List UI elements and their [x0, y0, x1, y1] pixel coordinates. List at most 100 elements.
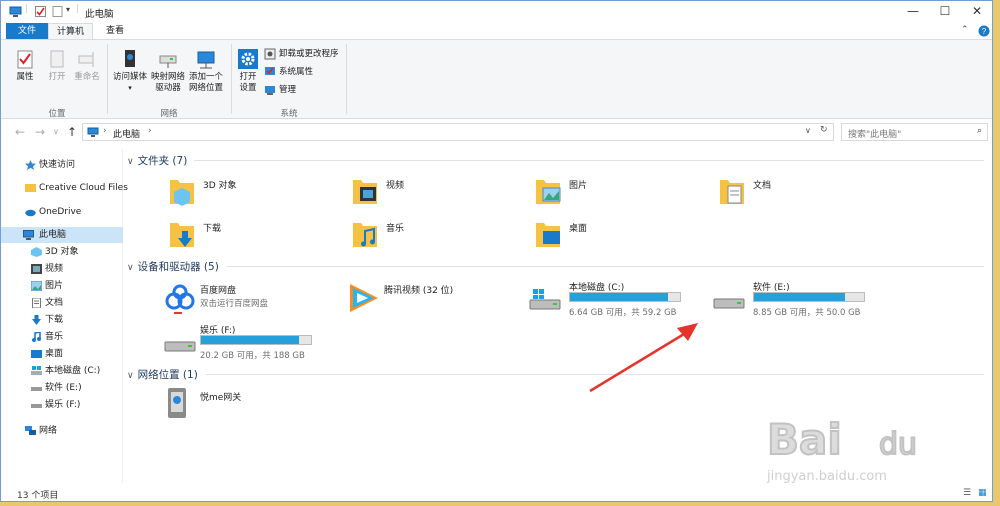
nav-item-downloads[interactable]: 下载 — [1, 312, 123, 328]
nav-item-drive-e[interactable]: 软件 (E:) — [1, 380, 123, 396]
creative-cloud-icon — [25, 184, 36, 192]
folder-pictures[interactable]: 图片 — [534, 174, 704, 214]
desktop-icon — [31, 350, 42, 358]
back-arrow-icon[interactable]: ← — [15, 125, 25, 139]
map-network-drive-button[interactable]: 映射网络 驱动器 — [149, 48, 187, 94]
tab-view[interactable]: 查看 — [95, 23, 135, 40]
group-header-devices[interactable]: ∨ 设备和驱动器 (5) — [127, 259, 219, 274]
drive-c[interactable]: 本地磁盘 (C:) 6.64 GB 可用，共 59.2 GB — [529, 283, 709, 323]
address-dropdown-icon[interactable]: ∨ — [805, 126, 811, 135]
download-arrow-icon — [32, 315, 41, 325]
nav-item-music[interactable]: 音乐 — [1, 329, 123, 345]
nav-item-videos[interactable]: 视频 — [1, 261, 123, 277]
nav-item-pictures[interactable]: 图片 — [1, 278, 123, 294]
folder-3d-objects[interactable]: 3D 对象 — [168, 174, 338, 214]
collapse-chevron-icon[interactable]: ∨ — [127, 371, 134, 381]
nav-quick-access[interactable]: 快速访问 — [1, 157, 123, 173]
picture-icon — [31, 281, 42, 291]
minimize-button[interactable]: — — [897, 1, 929, 23]
downloads-folder-icon — [170, 223, 194, 247]
nav-item-3d-objects[interactable]: 3D 对象 — [1, 244, 123, 260]
drive-icon — [31, 387, 42, 391]
manage-button[interactable]: 管理 — [264, 84, 296, 97]
documents-folder-icon — [720, 180, 744, 204]
tab-computer[interactable]: 计算机 — [48, 23, 93, 40]
drive-c-usage-fill — [570, 293, 668, 301]
drive-e[interactable]: 软件 (E:) 8.85 GB 可用，共 50.0 GB — [713, 283, 893, 323]
qat-dropdown-icon[interactable]: ▾ — [66, 5, 70, 14]
system-properties-button[interactable]: 系统属性 — [264, 66, 313, 79]
up-arrow-icon[interactable]: ↑ — [67, 125, 77, 139]
folder-music[interactable]: 音乐 — [351, 217, 521, 257]
group-label-system: 系统 — [280, 109, 298, 119]
3d-cube-icon — [31, 247, 42, 257]
ribbon-collapse-icon[interactable]: ⌃ — [961, 25, 969, 35]
rename-icon — [78, 52, 94, 67]
window-title: 此电脑 — [85, 9, 114, 20]
group-divider-line — [206, 374, 984, 375]
network-drive-icon — [159, 55, 177, 68]
computer-icon — [9, 6, 22, 17]
drive-e-usage-fill — [754, 293, 845, 301]
folder-documents[interactable]: 文档 — [718, 174, 888, 214]
forward-arrow-icon[interactable]: → — [35, 125, 45, 139]
add-network-location-button[interactable]: 添加一个 网络位置 — [187, 48, 225, 94]
windows-drive-icon — [31, 366, 42, 375]
videos-folder-icon — [353, 180, 377, 204]
collapse-chevron-icon[interactable]: ∨ — [127, 157, 134, 167]
nav-creative-cloud[interactable]: Creative Cloud Files — [1, 180, 128, 196]
manage-icon — [265, 86, 275, 95]
cloud-icon — [25, 209, 36, 217]
ribbon-tabs: 文件 计算机 查看 ⌃ ? — [1, 23, 992, 40]
nav-item-documents[interactable]: 文档 — [1, 295, 123, 311]
network-location-item[interactable]: 悦me网关 — [164, 386, 344, 426]
refresh-icon[interactable]: ↻ — [820, 125, 828, 135]
nav-onedrive[interactable]: OneDrive — [1, 204, 123, 220]
help-icon[interactable]: ? — [978, 25, 990, 37]
drive-f-usage-fill — [201, 336, 300, 344]
address-bar[interactable]: › 此电脑 › ∨ ↻ — [82, 123, 834, 141]
file-explorer-window: | ▾ | 此电脑 — ☐ ✕ 文件 计算机 查看 ⌃ ? 属性 打开 重命名 … — [0, 0, 993, 502]
folder-videos[interactable]: 视频 — [351, 174, 521, 214]
group-divider-line — [227, 266, 984, 267]
open-settings-button[interactable]: 打开 设置 — [234, 48, 262, 94]
nav-item-desktop[interactable]: 桌面 — [1, 346, 123, 362]
computer-icon — [87, 127, 99, 137]
group-label-location: 位置 — [48, 109, 66, 119]
drive-f[interactable]: 娱乐 (F:) 20.2 GB 可用，共 188 GB — [164, 326, 344, 366]
tab-file[interactable]: 文件 — [6, 23, 48, 40]
nav-this-pc[interactable]: 此电脑 — [1, 227, 123, 243]
rename-button[interactable]: 重命名 — [71, 48, 103, 83]
properties-check-icon[interactable] — [34, 5, 47, 18]
maximize-button[interactable]: ☐ — [929, 1, 961, 23]
breadcrumb-separator-icon: › — [103, 126, 107, 136]
breadcrumb-chevron-icon[interactable]: › — [148, 126, 152, 136]
device-baidu-netdisk[interactable]: 百度网盘 双击运行百度网盘 — [164, 284, 344, 326]
details-view-icon[interactable]: ☰ — [963, 488, 971, 498]
properties-button[interactable]: 属性 — [9, 48, 41, 83]
group-header-folders[interactable]: ∨ 文件夹 (7) — [127, 153, 187, 168]
breadcrumb-this-pc[interactable]: 此电脑 — [113, 127, 140, 140]
uninstall-programs-button[interactable]: 卸载或更改程序 — [264, 48, 339, 61]
drive-f-usage-bar — [200, 335, 312, 345]
search-input[interactable]: 搜索"此电脑" ⌕ — [841, 123, 988, 141]
nav-item-drive-c[interactable]: 本地磁盘 (C:) — [1, 363, 123, 379]
close-button[interactable]: ✕ — [961, 1, 992, 23]
drive-icon — [713, 298, 745, 309]
uninstall-icon — [264, 48, 276, 60]
nav-network[interactable]: 网络 — [1, 423, 123, 439]
collapse-chevron-icon[interactable]: ∨ — [127, 263, 134, 273]
large-icons-view-icon[interactable]: ▦ — [978, 488, 987, 498]
recent-dropdown-icon[interactable]: ∨ — [53, 127, 59, 136]
device-tencent-video[interactable]: 腾讯视频 (32 位) — [346, 284, 526, 326]
title-bar: | ▾ | 此电脑 — ☐ ✕ — [1, 1, 992, 23]
nav-item-drive-f[interactable]: 娱乐 (F:) — [1, 397, 123, 413]
drive-icon — [31, 404, 42, 408]
desktop-folder-icon — [536, 223, 560, 247]
folder-desktop[interactable]: 桌面 — [534, 217, 704, 257]
folder-downloads[interactable]: 下载 — [168, 217, 338, 257]
group-header-network[interactable]: ∨ 网络位置 (1) — [127, 367, 198, 382]
new-folder-icon[interactable] — [51, 5, 64, 18]
access-media-button[interactable]: 访问媒体 ▾ — [111, 48, 149, 94]
open-button[interactable]: 打开 — [43, 48, 71, 83]
